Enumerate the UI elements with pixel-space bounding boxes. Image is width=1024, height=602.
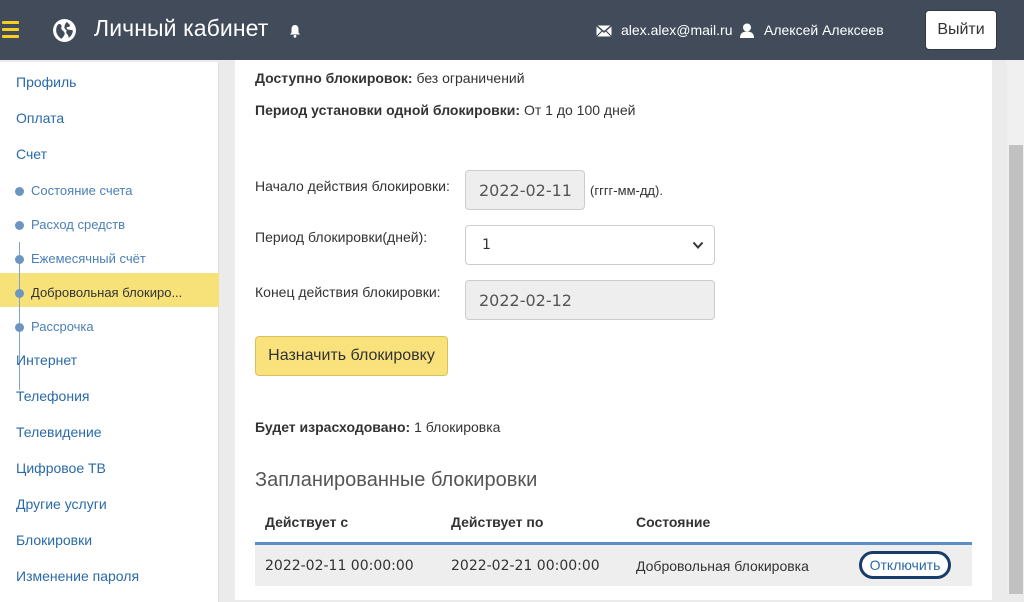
period-label: Период блокировки(дней): (255, 229, 428, 245)
scheduled-title: Запланированные блокировки (255, 469, 538, 491)
user-email: alex.alex@mail.ru (621, 22, 733, 38)
disable-block-button[interactable]: Отключить (859, 551, 951, 579)
main-content: Доступно блокировок: без ограничений Пер… (235, 60, 992, 600)
assign-block-button[interactable]: Назначить блокировку (255, 336, 448, 376)
bell-icon[interactable] (288, 24, 302, 38)
scheduled-table-header: Действует с Действует по Состояние (255, 502, 972, 545)
end-date-input: 2022-02-12 (465, 280, 715, 320)
column-to: Действует по (451, 514, 544, 530)
app-title: Личный кабинет (94, 15, 269, 41)
start-date-input[interactable]: 2022-02-11 (465, 170, 585, 210)
column-from: Действует с (265, 514, 349, 530)
spend-info: Будет израсходовано: 1 блокировка (255, 419, 501, 435)
user-name: Алексей Алексеев (764, 22, 884, 38)
chevron-down-icon (692, 241, 704, 249)
start-date-label: Начало действия блокировки: (255, 178, 450, 194)
row-from: 2022-02-11 00:00:00 (265, 558, 414, 574)
available-blocks-info: Доступно блокировок: без ограничений (255, 70, 525, 86)
globe-icon[interactable] (52, 18, 77, 43)
end-date-label: Конец действия блокировки: (255, 284, 441, 300)
logout-button[interactable]: Выйти (925, 10, 997, 50)
user-icon (740, 23, 754, 38)
date-format-hint: (гггг-мм-дд). (590, 183, 663, 198)
top-header: Личный кабинет alex.alex@mail.ru Алексей… (0, 0, 1024, 60)
period-select[interactable]: 1 (465, 225, 715, 265)
table-row: 2022-02-11 00:00:00 2022-02-21 00:00:00 … (255, 545, 972, 586)
email-icon (596, 25, 612, 37)
row-to: 2022-02-21 00:00:00 (451, 558, 600, 574)
scrollbar-thumb[interactable] (1009, 145, 1023, 594)
row-state: Добровольная блокировка (636, 558, 809, 574)
column-state: Состояние (636, 514, 711, 530)
block-period-info: Период установки одной блокировки: От 1 … (255, 102, 636, 118)
menu-icon[interactable] (2, 21, 19, 38)
sidebar-nav: Профиль Оплата Счет Состояние счета Расх… (0, 62, 219, 602)
